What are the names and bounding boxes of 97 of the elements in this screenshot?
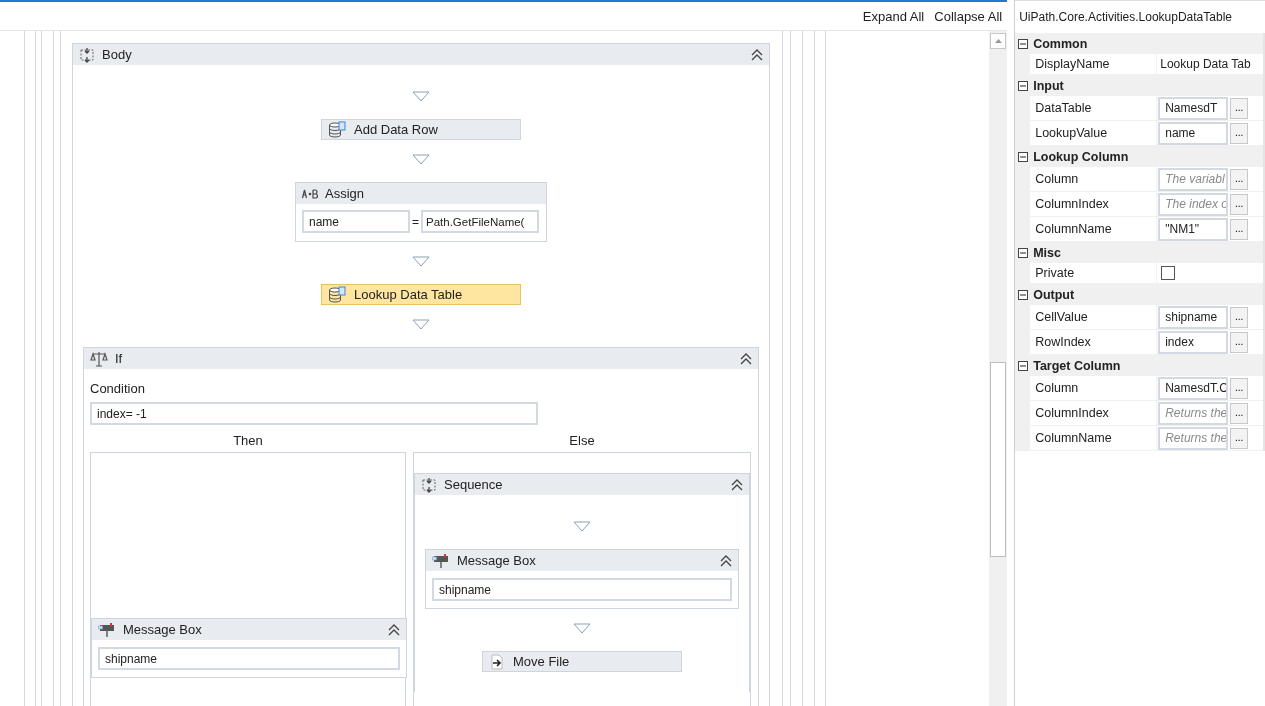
toolbar-link[interactable]: Expand All: [862, 8, 925, 24]
ellipsis-button[interactable]: ...: [1230, 218, 1249, 240]
category-name: Output: [1033, 287, 1075, 302]
category-name: Common: [1033, 36, 1088, 51]
file-arrow-icon: [489, 653, 505, 670]
property-field[interactable]: index: [1158, 330, 1229, 354]
activity[interactable]: Move File: [482, 651, 682, 672]
scales-icon: [90, 350, 108, 367]
property-value: Lookup Data Tab: [1159, 57, 1251, 71]
scroll-thumb[interactable]: [990, 362, 1007, 557]
property-name: Column: [1034, 380, 1080, 397]
checkbox[interactable]: [1161, 266, 1176, 280]
message-text-field[interactable]: shipname: [432, 578, 732, 601]
collapse-icon[interactable]: [1018, 80, 1029, 91]
condition-field[interactable]: index= -1: [90, 402, 538, 425]
collapse-chevron-icon[interactable]: [720, 554, 732, 567]
property-name: ColumnIndex: [1034, 196, 1110, 213]
activity-title: Sequence: [444, 477, 504, 492]
property-field[interactable]: "NM1": [1158, 217, 1229, 241]
category-name: Lookup Column: [1033, 149, 1129, 164]
ellipsis-button[interactable]: ...: [1230, 97, 1249, 119]
property-field[interactable]: shipname: [1158, 305, 1229, 329]
category-name: Target Column: [1033, 358, 1121, 373]
activity-title: Add Data Row: [354, 122, 439, 137]
scroll-up-button[interactable]: [990, 33, 1007, 49]
property-field[interactable]: Returns the: [1158, 426, 1229, 450]
assign-value-field[interactable]: Path.GetFileName(: [421, 210, 539, 233]
sequence-activity[interactable]: Sequence Message Box shipname Move File: [414, 473, 750, 692]
ellipsis-button[interactable]: ...: [1230, 168, 1249, 190]
sequence-icon: [79, 46, 95, 63]
condition-label: Condition: [90, 381, 146, 396]
category-name: Input: [1033, 78, 1064, 93]
activity[interactable]: Add Data Row: [321, 119, 521, 140]
activity-title: Message Box: [457, 553, 537, 568]
collapse-chevron-icon[interactable]: [388, 623, 400, 636]
property-name: RowIndex: [1034, 334, 1092, 351]
property-name: ColumnName: [1034, 221, 1113, 238]
property-name: ColumnName: [1034, 430, 1113, 447]
property-name: Private: [1034, 265, 1076, 282]
activity-title: Message Box: [123, 622, 203, 637]
mailbox-icon: [432, 552, 450, 569]
assign-activity[interactable]: Assign name = Path.GetFileName(: [295, 182, 547, 242]
toolbar-link[interactable]: Collapse All: [934, 8, 1003, 24]
scrollbar[interactable]: [989, 31, 1008, 706]
collapse-icon[interactable]: [1018, 151, 1029, 162]
assign-to-field[interactable]: name: [302, 210, 410, 233]
database-icon: [328, 121, 346, 138]
assign-icon: [302, 188, 318, 199]
activity-title: If: [115, 351, 124, 366]
ellipsis-button[interactable]: ...: [1230, 377, 1249, 399]
property-field[interactable]: NamesdT: [1158, 96, 1229, 120]
property-name: LookupValue: [1034, 125, 1109, 142]
activity-title: Body: [102, 47, 133, 62]
message-text-field[interactable]: shipname: [98, 647, 400, 670]
activity-title: Assign: [325, 186, 366, 201]
ellipsis-button[interactable]: ...: [1230, 122, 1249, 144]
collapse-icon[interactable]: [1018, 360, 1029, 371]
connector-arrow-icon: [573, 521, 591, 532]
category-name: Misc: [1033, 245, 1061, 260]
body-sequence[interactable]: Body Add Data Row Assign name = Path.GetFileName( Lookup Data Table If Condition index= -1 Then Else Message Box shipname Sequence Message Box shipname Move File: [72, 43, 770, 706]
message-box-activity[interactable]: Message Box shipname: [91, 618, 407, 678]
sequence-icon: [421, 476, 437, 493]
equals-sign: =: [412, 214, 419, 229]
property-name: CellValue: [1034, 309, 1089, 326]
collapse-icon[interactable]: [1018, 38, 1029, 49]
if-activity[interactable]: If Condition index= -1 Then Else Message Box shipname Sequence Message Box shipname Move File: [83, 347, 759, 706]
property-field[interactable]: Returns the: [1158, 401, 1229, 425]
activity-title: Move File: [513, 654, 571, 669]
property-field[interactable]: name: [1158, 121, 1229, 145]
collapse-chevron-icon[interactable]: [751, 48, 763, 61]
property-name: ColumnIndex: [1034, 405, 1110, 422]
property-name: DisplayName: [1034, 56, 1111, 73]
connector-arrow-icon: [412, 91, 430, 102]
message-box-activity[interactable]: Message Box shipname: [425, 549, 739, 609]
ellipsis-button[interactable]: ...: [1230, 427, 1249, 449]
connector-arrow-icon: [573, 623, 591, 634]
up-arrow-icon: [994, 39, 1002, 43]
collapse-chevron-icon[interactable]: [731, 478, 743, 491]
ellipsis-button[interactable]: ...: [1230, 306, 1249, 328]
branch-label: Else: [568, 433, 596, 450]
database-icon: [328, 286, 346, 303]
ellipsis-button[interactable]: ...: [1230, 331, 1249, 353]
property-name: Column: [1034, 171, 1080, 188]
connector-arrow-icon: [412, 154, 430, 165]
property-name: DataTable: [1034, 100, 1093, 117]
collapse-chevron-icon[interactable]: [740, 352, 752, 365]
collapse-icon[interactable]: [1018, 289, 1029, 300]
connector-arrow-icon: [412, 256, 430, 267]
activity[interactable]: Lookup Data Table: [321, 284, 521, 305]
property-field[interactable]: The variabl: [1158, 167, 1229, 191]
collapse-icon[interactable]: [1018, 247, 1029, 258]
branch-label: Then: [232, 433, 264, 450]
mailbox-icon: [98, 621, 116, 638]
ellipsis-button[interactable]: ...: [1230, 402, 1249, 424]
activity-title: Lookup Data Table: [354, 287, 464, 302]
connector-arrow-icon: [412, 319, 430, 330]
ellipsis-button[interactable]: ...: [1230, 193, 1249, 215]
